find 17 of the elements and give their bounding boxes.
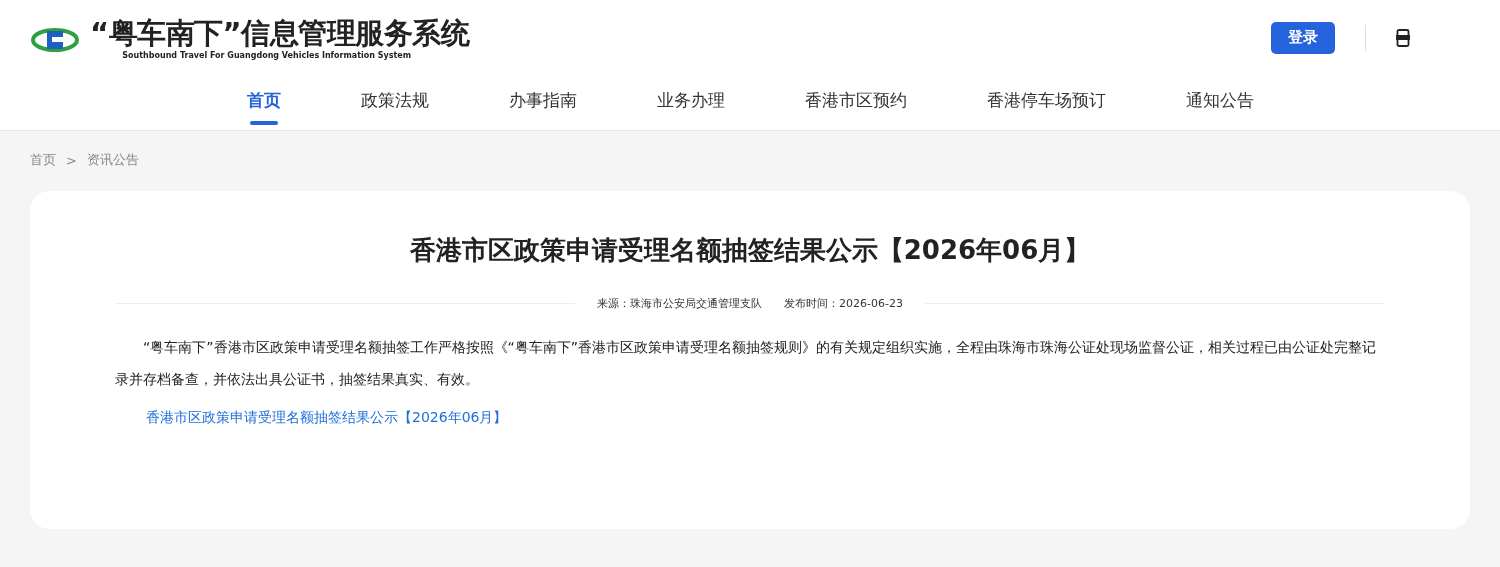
publish-date: 发布时间：2026-06-23 — [784, 296, 903, 311]
nav-tab[interactable]: 香港市区预约 — [764, 75, 947, 130]
article-source: 来源：珠海市公安局交通管理支队 — [597, 296, 763, 311]
nav-tab[interactable]: 办事指南 — [468, 75, 617, 130]
article-title: 香港市区政策申请受理名额抽签结果公示【2026年06月】 — [408, 234, 1092, 267]
nav-tab[interactable]: 通知公告 — [1145, 75, 1294, 130]
nav-tab[interactable]: 首页 — [206, 75, 321, 130]
attachment-link[interactable]: 香港市区政策申请受理名额抽签结果公示【2026年06月】 — [146, 409, 508, 425]
nav-tab[interactable]: 香港停车场预订 — [946, 75, 1146, 130]
nav-tab[interactable]: 业务办理 — [616, 75, 765, 130]
login-button[interactable]: 登录 — [1271, 21, 1335, 54]
nav-tab[interactable]: 政策法规 — [320, 75, 469, 130]
breadcrumb-separator: > — [66, 152, 77, 168]
breadcrumb-link[interactable]: 首页 — [30, 151, 56, 169]
article-paragraph: “粤车南下”香港市区政策申请受理名额抽签工作严格按照《“粤车南下”香港市区政策申请受理名额抽签规则》的有关规定组织实施，全程由珠海市珠海公证处现场监督公证，相关过程已由公证处完整记录并存档备查，并依法出具公证书，抽签结果真实、有效。 — [115, 338, 1377, 389]
site-title: “粤车南下”信息管理服务系统 — [90, 15, 470, 51]
site-subtitle: Southbound Travel For Guangdong Vehicles Information System — [122, 51, 412, 60]
